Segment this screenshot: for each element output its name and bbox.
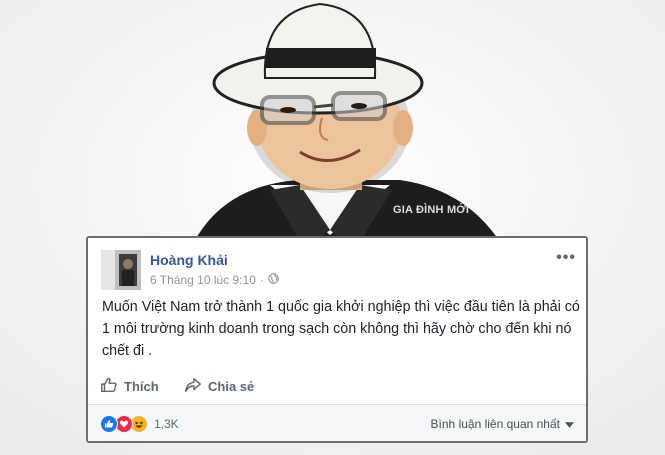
post-text: Muốn Việt Nam trở thành 1 quốc gia khởi … xyxy=(102,299,580,359)
share-icon xyxy=(184,376,208,397)
post-footer: 1,3K Bình luận liên quan nhất xyxy=(88,405,586,441)
share-label: Chia sẻ xyxy=(208,379,255,394)
post-timestamp[interactable]: 6 Tháng 10 lúc 9:10 xyxy=(150,273,256,287)
post-actions: Thích Chia sẻ xyxy=(88,372,586,402)
comment-sort-label: Bình luận liên quan nhất xyxy=(430,417,560,431)
caret-down-icon xyxy=(565,417,574,431)
watermark-logo: GIA ĐÌNH MỚI xyxy=(393,204,470,216)
globe-icon[interactable] xyxy=(268,273,279,287)
like-label: Thích xyxy=(124,379,159,394)
thumbs-up-icon xyxy=(100,376,124,397)
reaction-count[interactable]: 1,3K xyxy=(154,417,179,431)
like-button[interactable]: Thích xyxy=(100,376,159,397)
share-button[interactable]: Chia sẻ xyxy=(184,376,254,397)
post-meta: 6 Tháng 10 lúc 9:10 · xyxy=(150,273,279,287)
meta-separator: · xyxy=(259,273,264,287)
like-reaction-icon xyxy=(100,415,118,433)
comment-sort-dropdown[interactable]: Bình luận liên quan nhất xyxy=(431,417,574,431)
author-name[interactable]: Hoàng Khải xyxy=(150,252,228,268)
facebook-post-card: Hoàng Khải 6 Tháng 10 lúc 9:10 · ••• Muố… xyxy=(86,236,588,443)
reaction-summary[interactable]: 1,3K xyxy=(100,415,179,433)
avatar[interactable] xyxy=(101,250,141,290)
more-options-icon[interactable]: ••• xyxy=(556,249,576,267)
